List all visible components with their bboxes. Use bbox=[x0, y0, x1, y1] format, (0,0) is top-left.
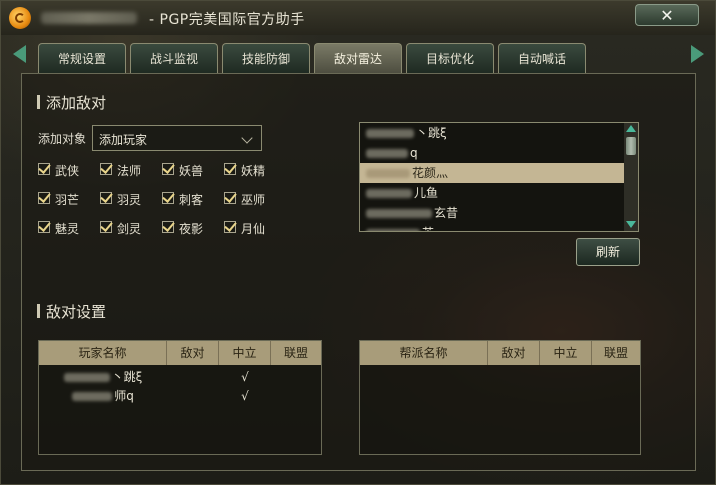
checkmark-icon bbox=[100, 161, 113, 174]
add-enemy-heading: 添加敌对 bbox=[37, 92, 106, 113]
table-row[interactable]: 师q √ bbox=[39, 387, 321, 405]
player-relation-table[interactable]: 玩家名称 敌对 中立 联盟 丶跳ξ √ 师q √ bbox=[38, 340, 322, 455]
tab-enemy-radar[interactable]: 敌对雷达 bbox=[314, 43, 402, 73]
checkmark-icon bbox=[224, 161, 237, 174]
list-item[interactable]: 丶跳ξ bbox=[360, 123, 624, 143]
checkmark-icon bbox=[162, 190, 175, 203]
column-header-alliance[interactable]: 联盟 bbox=[592, 341, 640, 365]
column-header-guild-name[interactable]: 帮派名称 bbox=[360, 341, 488, 365]
player-name-cell: 师q bbox=[39, 387, 167, 405]
tab-target-optimize[interactable]: 目标优化 bbox=[406, 43, 494, 73]
tab-skill-defense[interactable]: 技能防御 bbox=[222, 43, 310, 73]
checkmark-icon bbox=[224, 190, 237, 203]
scroll-up-icon[interactable] bbox=[626, 125, 636, 132]
enemy-settings-heading: 敌对设置 bbox=[37, 301, 106, 322]
tab-general-settings[interactable]: 常规设置 bbox=[38, 43, 126, 73]
app-logo-icon bbox=[9, 7, 31, 29]
close-button[interactable]: ✕ bbox=[635, 4, 699, 26]
tab-combat-monitor[interactable]: 战斗监视 bbox=[130, 43, 218, 73]
tab-scroll-left-icon[interactable] bbox=[13, 45, 26, 63]
alliance-cell[interactable] bbox=[271, 368, 321, 386]
table-header: 玩家名称 敌对 中立 联盟 bbox=[39, 341, 321, 365]
app-window: - PGP完美国际官方助手 ✕ 常规设置 战斗监视 技能防御 敌对雷达 目标优化… bbox=[0, 0, 716, 485]
checkmark-icon bbox=[162, 219, 175, 232]
checkmark-icon bbox=[38, 161, 51, 174]
neutral-cell[interactable]: √ bbox=[219, 368, 271, 386]
checkmark-icon bbox=[38, 190, 51, 203]
neutral-cell[interactable]: √ bbox=[219, 387, 271, 405]
player-name-cell: 丶跳ξ bbox=[39, 368, 167, 386]
checkmark-icon bbox=[100, 190, 113, 203]
checkmark-icon bbox=[100, 219, 113, 232]
target-type-value: 添加玩家 bbox=[99, 133, 148, 147]
column-header-hostile[interactable]: 敌对 bbox=[167, 341, 219, 365]
section-marker-icon bbox=[37, 304, 40, 318]
list-item-selected[interactable]: 花颜灬 bbox=[360, 163, 624, 183]
tab-scroll-right-icon[interactable] bbox=[691, 45, 704, 63]
guild-relation-table[interactable]: 帮派名称 敌对 中立 联盟 bbox=[359, 340, 641, 455]
chevron-down-icon bbox=[241, 132, 253, 144]
checkmark-icon bbox=[162, 161, 175, 174]
list-item[interactable]: 玄昔 bbox=[360, 203, 624, 223]
hostile-cell[interactable] bbox=[167, 387, 219, 405]
list-scrollbar[interactable] bbox=[624, 123, 638, 231]
column-header-player-name[interactable]: 玩家名称 bbox=[39, 341, 167, 365]
scroll-thumb[interactable] bbox=[626, 137, 636, 155]
target-label: 添加对象 bbox=[38, 132, 87, 146]
window-title: - PGP完美国际官方助手 bbox=[149, 12, 305, 28]
table-row[interactable]: 丶跳ξ √ bbox=[39, 368, 321, 386]
title-bar[interactable]: - PGP完美国际官方助手 ✕ bbox=[1, 1, 715, 35]
nearby-player-list[interactable]: 丶跳ξ q 花颜灬 儿鱼 玄昔 苦 bbox=[359, 122, 639, 232]
checkmark-icon bbox=[38, 219, 51, 232]
alliance-cell[interactable] bbox=[271, 387, 321, 405]
column-header-hostile[interactable]: 敌对 bbox=[488, 341, 540, 365]
target-type-select[interactable]: 添加玩家 bbox=[92, 125, 262, 151]
refresh-button[interactable]: 刷新 bbox=[576, 238, 640, 266]
scroll-down-icon[interactable] bbox=[626, 221, 636, 228]
column-header-neutral[interactable]: 中立 bbox=[219, 341, 271, 365]
column-header-neutral[interactable]: 中立 bbox=[540, 341, 592, 365]
tab-auto-shout[interactable]: 自动喊话 bbox=[498, 43, 586, 73]
blurred-character-name bbox=[41, 12, 137, 24]
list-item[interactable]: 苦 bbox=[360, 223, 624, 231]
column-header-alliance[interactable]: 联盟 bbox=[271, 341, 321, 365]
hostile-cell[interactable] bbox=[167, 368, 219, 386]
section-marker-icon bbox=[37, 95, 40, 109]
table-header: 帮派名称 敌对 中立 联盟 bbox=[360, 341, 640, 365]
list-item[interactable]: q bbox=[360, 143, 624, 163]
list-item[interactable]: 儿鱼 bbox=[360, 183, 624, 203]
checkmark-icon bbox=[224, 219, 237, 232]
